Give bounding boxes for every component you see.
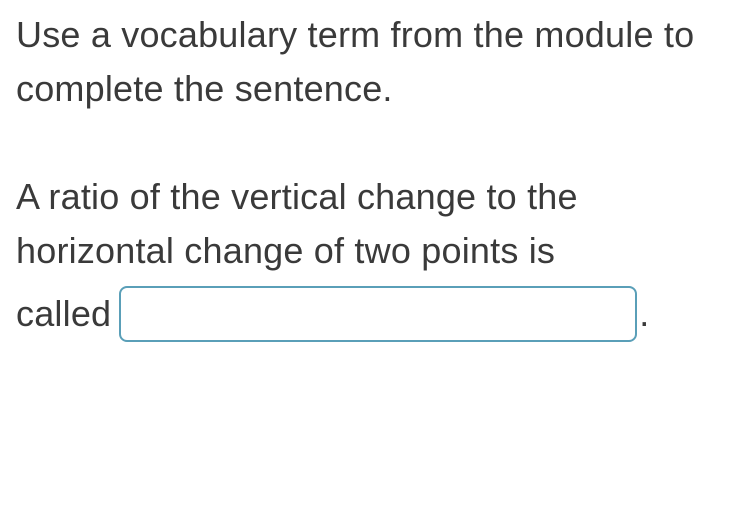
question-text-called: called — [16, 287, 111, 341]
question-block: A ratio of the vertical change to the ho… — [16, 170, 728, 342]
answer-input[interactable] — [119, 286, 637, 342]
exercise-content: Use a vocabulary term from the module to… — [16, 8, 728, 342]
question-line-2: horizontal change of two points is — [16, 224, 728, 278]
question-line-1: A ratio of the vertical change to the — [16, 170, 728, 224]
instruction-text: Use a vocabulary term from the module to… — [16, 8, 728, 116]
period: . — [639, 287, 649, 341]
question-line-3: called . — [16, 286, 728, 342]
